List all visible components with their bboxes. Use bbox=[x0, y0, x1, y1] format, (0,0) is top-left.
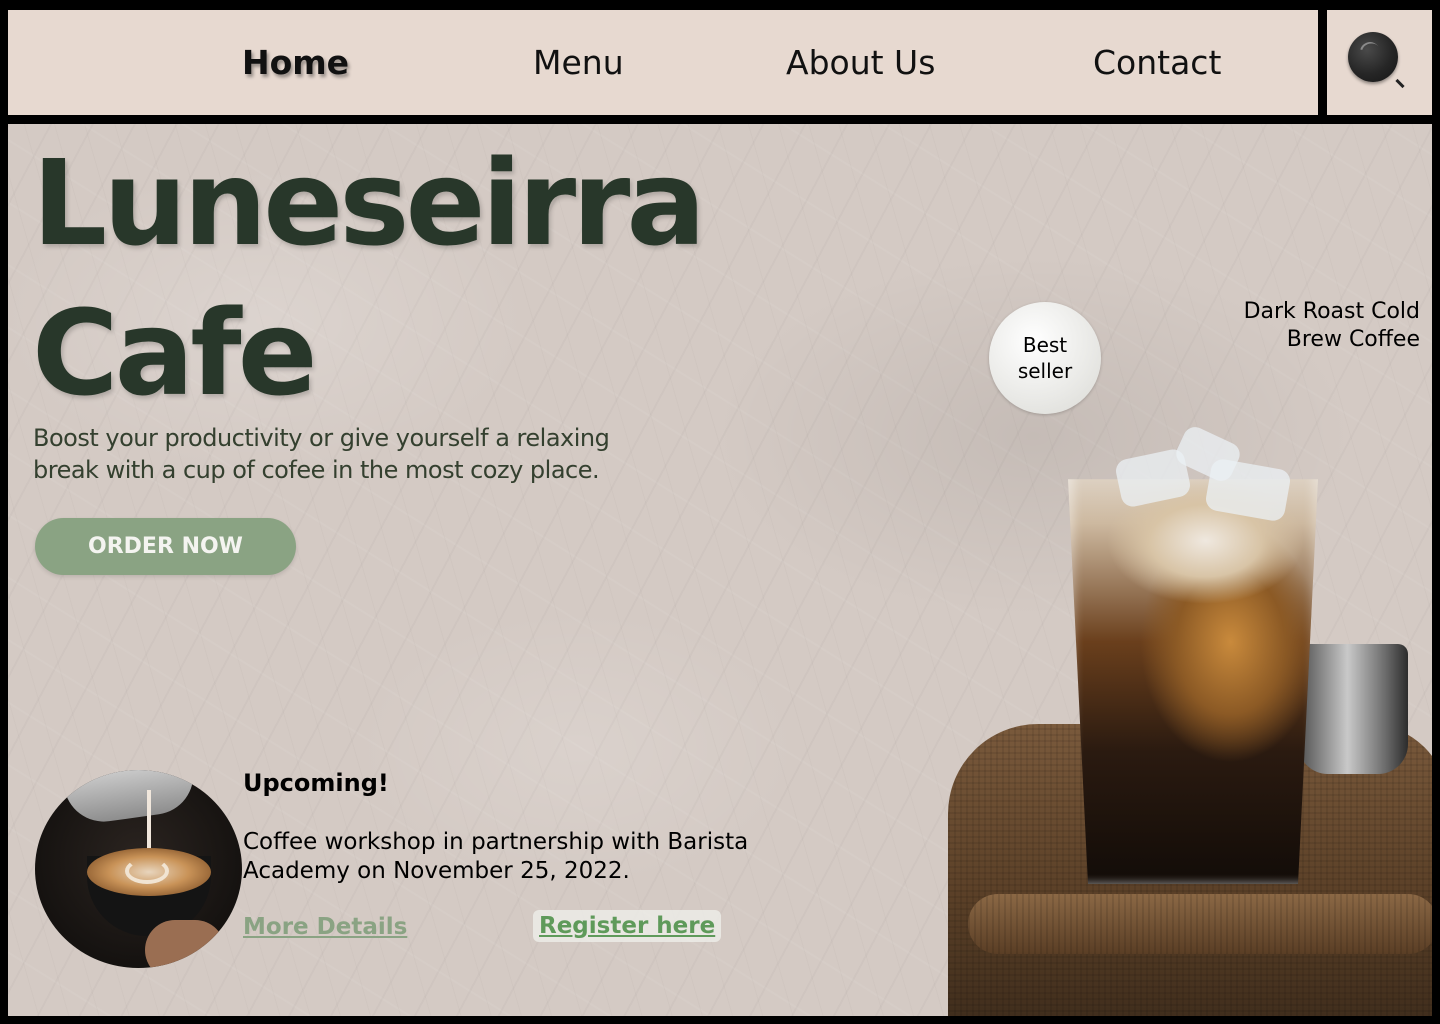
search-icon bbox=[1348, 32, 1398, 82]
hero-title-line-2: Cafe bbox=[32, 284, 318, 422]
upcoming-description: Coffee workshop in partnership with Bari… bbox=[243, 829, 749, 884]
latte-art-image bbox=[35, 770, 242, 968]
best-seller-label: Best seller bbox=[1017, 333, 1073, 383]
best-seller-badge: Best seller bbox=[989, 302, 1101, 414]
nav-about-link[interactable]: About Us bbox=[786, 10, 935, 115]
featured-product-name: Dark Roast Cold Brew Coffee bbox=[1243, 299, 1420, 352]
order-now-button[interactable]: ORDER NOW bbox=[35, 518, 296, 575]
more-details-link[interactable]: More Details bbox=[243, 914, 407, 940]
search-icon-handle bbox=[1395, 78, 1405, 89]
nav-contact-link[interactable]: Contact bbox=[1093, 10, 1221, 115]
hero-tagline: Boost your productivity or give yourself… bbox=[33, 424, 610, 484]
cold-brew-product-image bbox=[928, 423, 1432, 1016]
upcoming-heading: Upcoming! bbox=[243, 769, 389, 797]
nav-home-link[interactable]: Home bbox=[242, 10, 349, 115]
hand-shape bbox=[145, 920, 225, 968]
latte-art-shape bbox=[125, 858, 169, 884]
hero-section: Luneseirra Cafe Boost your productivity … bbox=[8, 124, 1432, 1016]
hero-title-line-1: Luneseirra bbox=[32, 134, 706, 272]
register-here-link[interactable]: Register here bbox=[533, 910, 722, 942]
milk-pitcher-shape bbox=[61, 770, 199, 827]
main-nav: Home Menu About Us Contact bbox=[8, 10, 1318, 115]
burlap-fold-shape bbox=[968, 894, 1432, 954]
search-button[interactable] bbox=[1327, 10, 1432, 115]
nav-menu-link[interactable]: Menu bbox=[533, 10, 624, 115]
steel-pitcher-shape bbox=[1298, 644, 1408, 774]
